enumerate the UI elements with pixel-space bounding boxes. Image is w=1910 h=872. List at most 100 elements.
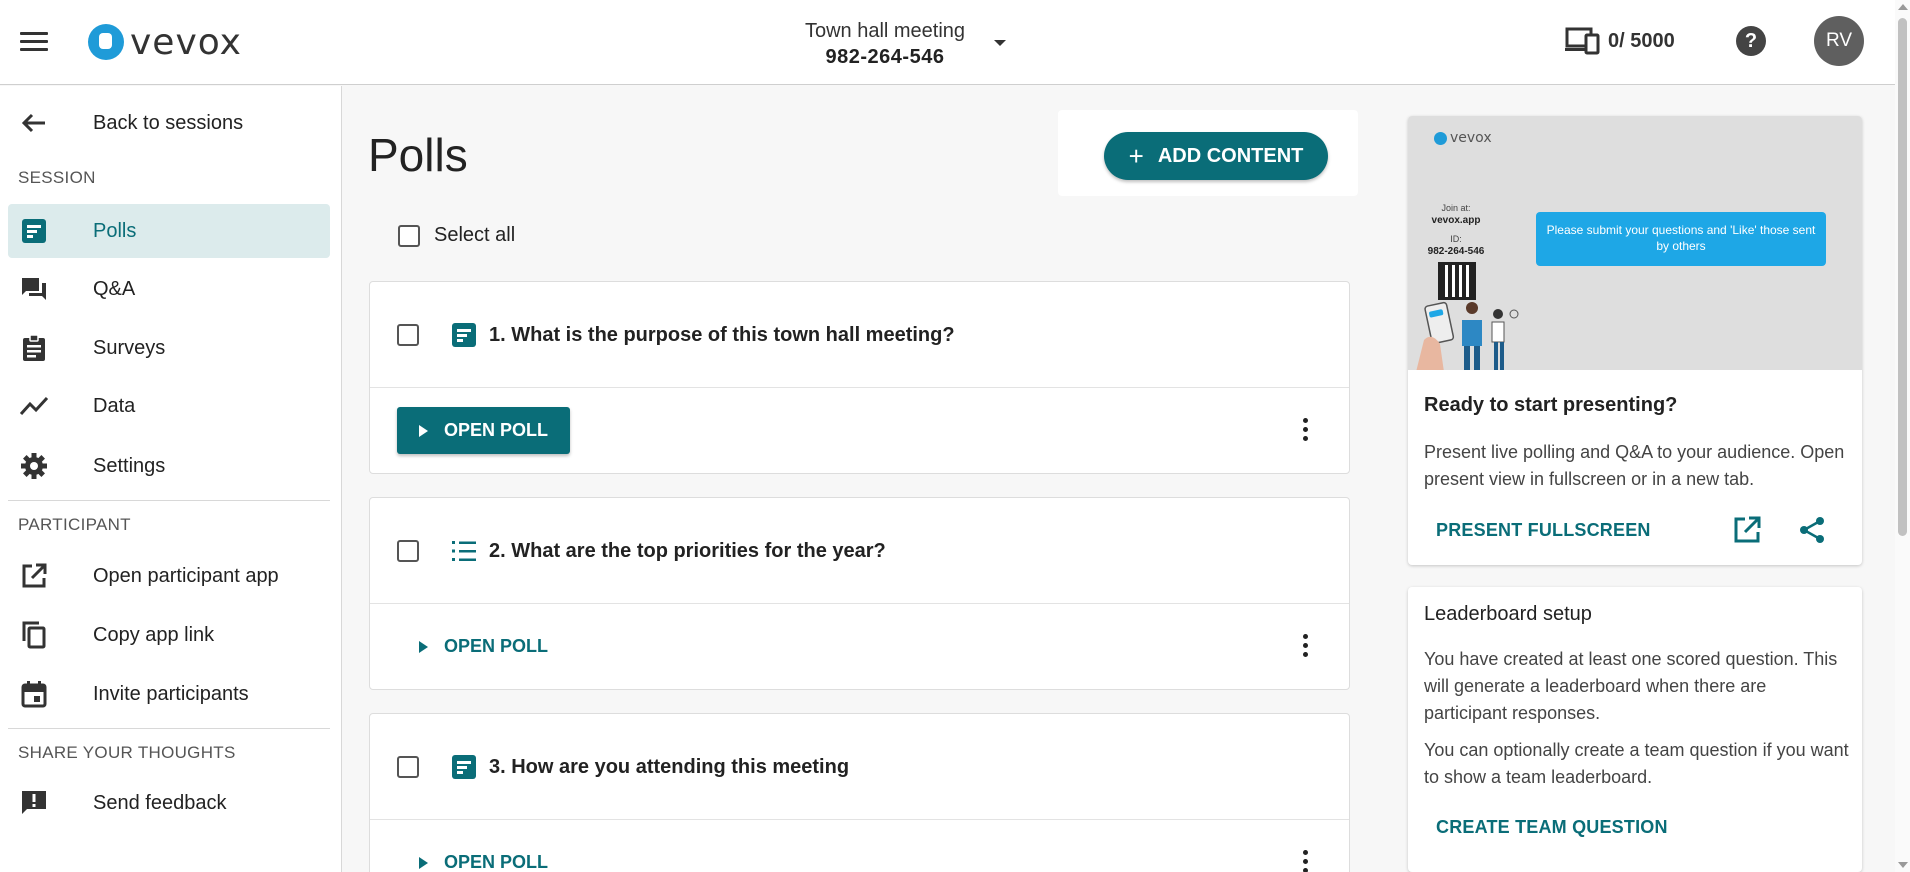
vevox-logo[interactable]: vevox	[88, 20, 242, 64]
sidebar-item-send-feedback[interactable]: Send feedback	[8, 776, 330, 830]
devices-icon	[1565, 27, 1600, 55]
scroll-down-arrow-icon[interactable]	[1898, 862, 1908, 868]
trend-icon	[18, 390, 50, 422]
page-title: Polls	[368, 129, 468, 181]
sidebar-item-open-participant-app[interactable]: Open participant app	[8, 549, 330, 603]
session-selector[interactable]: Town hall meeting 982-264-546	[780, 20, 990, 69]
sidebar-label-settings: Settings	[93, 454, 166, 477]
more-options-icon[interactable]	[1301, 418, 1309, 444]
poll-card: 3. How are you attending this meeting OP…	[369, 713, 1350, 872]
create-team-question-button[interactable]: CREATE TEAM QUESTION	[1436, 817, 1668, 838]
leaderboard-card: Leaderboard setup You have created at le…	[1408, 587, 1862, 872]
leaderboard-text-1: You have created at least one scored que…	[1424, 649, 1838, 723]
poll-card: 1. What is the purpose of this town hall…	[369, 281, 1350, 474]
select-all-checkbox[interactable]	[398, 224, 420, 247]
present-fullscreen-button[interactable]: PRESENT FULLSCREEN	[1436, 520, 1651, 541]
sidebar-label-polls: Polls	[93, 219, 137, 242]
gear-icon	[18, 450, 50, 482]
preview-logo: vevox	[1434, 130, 1492, 146]
hamburger-menu-icon[interactable]	[18, 28, 50, 54]
sidebar-item-data[interactable]: Data	[8, 379, 330, 433]
sidebar-item-surveys[interactable]: Surveys	[8, 321, 330, 375]
participant-section-label: PARTICIPANT	[18, 515, 131, 534]
open-poll-button[interactable]: OPEN POLL	[397, 407, 571, 454]
feedback-icon	[18, 787, 50, 819]
open-poll-label: OPEN POLL	[444, 420, 549, 440]
add-content-label: ADD CONTENT	[1157, 144, 1304, 167]
present-title: Ready to start presenting?	[1424, 394, 1678, 416]
poll-card-header[interactable]: 3. How are you attending this meeting	[370, 714, 1349, 820]
poll-icon	[18, 215, 50, 247]
preview-id-label: ID:	[1450, 234, 1462, 244]
poll-question: 3. How are you attending this meeting	[489, 756, 850, 778]
leaderboard-title: Leaderboard setup	[1424, 603, 1592, 625]
poll-card: 2. What are the top priorities for the y…	[369, 497, 1350, 690]
copy-icon	[18, 619, 50, 651]
poll-card-footer: OPEN POLL	[370, 388, 1349, 474]
more-options-icon[interactable]	[1301, 634, 1309, 660]
open-poll-label: OPEN POLL	[444, 636, 549, 656]
top-bar: vevox Town hall meeting 982-264-546 0/ 5…	[0, 0, 1910, 85]
share-icon[interactable]	[1798, 516, 1826, 544]
page-scrollbar[interactable]	[1895, 0, 1910, 872]
sidebar-label-copy-app-link: Copy app link	[93, 623, 215, 646]
open-poll-button[interactable]: OPEN POLL	[397, 623, 570, 670]
sidebar-label-qa: Q&A	[93, 277, 136, 300]
arrow-left-icon	[18, 107, 50, 139]
list-icon	[452, 541, 476, 561]
present-description: Present live polling and Q&A to your aud…	[1424, 442, 1845, 489]
preview-message: Please submit your questions and 'Like' …	[1536, 212, 1826, 266]
sidebar-label-invite-participants: Invite participants	[93, 682, 249, 705]
add-content-container: + ADD CONTENT	[1058, 110, 1358, 196]
user-avatar[interactable]: RV	[1814, 16, 1864, 66]
poll-icon	[452, 323, 476, 347]
poll-icon	[452, 755, 476, 779]
open-poll-button[interactable]: OPEN POLL	[397, 839, 570, 872]
poll-checkbox[interactable]	[397, 324, 419, 346]
sidebar-item-polls[interactable]: Polls	[8, 204, 330, 258]
sidebar-label-data: Data	[93, 394, 136, 417]
preview-domain: vevox.app	[1431, 215, 1481, 226]
preview-join-info: Join at: vevox.app ID: 982-264-546	[1424, 202, 1488, 258]
open-external-icon	[18, 560, 50, 592]
session-section-label: SESSION	[18, 168, 96, 187]
play-icon	[419, 856, 428, 869]
sidebar-divider	[8, 500, 330, 501]
chat-icon	[18, 273, 50, 305]
play-icon	[419, 640, 428, 653]
people-illustration	[1416, 301, 1519, 370]
feedback-section-label: SHARE YOUR THOUGHTS	[18, 743, 236, 762]
poll-card-footer: OPEN POLL	[370, 604, 1349, 690]
add-content-button[interactable]: + ADD CONTENT	[1104, 132, 1328, 180]
help-icon[interactable]: ?	[1736, 26, 1766, 56]
back-to-sessions[interactable]: Back to sessions	[0, 100, 330, 146]
more-options-icon[interactable]	[1301, 850, 1309, 872]
sidebar-label-send-feedback: Send feedback	[93, 791, 227, 814]
preview-logo-icon	[1434, 131, 1447, 145]
poll-card-footer: OPEN POLL	[370, 820, 1349, 872]
poll-card-header[interactable]: 2. What are the top priorities for the y…	[370, 498, 1349, 604]
poll-checkbox[interactable]	[397, 540, 419, 562]
open-new-tab-icon[interactable]	[1733, 516, 1761, 544]
sidebar-label-surveys: Surveys	[93, 336, 166, 359]
sidebar-item-copy-app-link[interactable]: Copy app link	[8, 608, 330, 662]
scroll-up-arrow-icon[interactable]	[1898, 4, 1908, 10]
sidebar-item-settings[interactable]: Settings	[8, 439, 330, 493]
caret-down-icon[interactable]	[994, 40, 1006, 46]
poll-question: 1. What is the purpose of this town hall…	[489, 324, 955, 346]
scroll-thumb[interactable]	[1898, 18, 1907, 536]
participant-counter: 0/ 5000	[1564, 26, 1675, 56]
poll-checkbox[interactable]	[397, 756, 419, 778]
sidebar: Back to sessions SESSION Polls Q&A Surve…	[0, 86, 342, 872]
preview-join-at: Join at:	[1441, 203, 1471, 213]
plus-icon: +	[1128, 140, 1144, 171]
select-all[interactable]: Select all	[398, 224, 515, 247]
clipboard-icon	[18, 332, 50, 364]
sidebar-item-qa[interactable]: Q&A	[8, 262, 330, 316]
play-icon	[419, 424, 428, 437]
poll-question: 2. What are the top priorities for the y…	[489, 540, 886, 562]
poll-card-header[interactable]: 1. What is the purpose of this town hall…	[370, 282, 1349, 388]
present-preview[interactable]: vevox Join at: vevox.app ID: 982-264-546…	[1408, 116, 1862, 370]
sidebar-label-open-participant-app: Open participant app	[93, 564, 279, 587]
sidebar-item-invite-participants[interactable]: Invite participants	[8, 667, 330, 721]
